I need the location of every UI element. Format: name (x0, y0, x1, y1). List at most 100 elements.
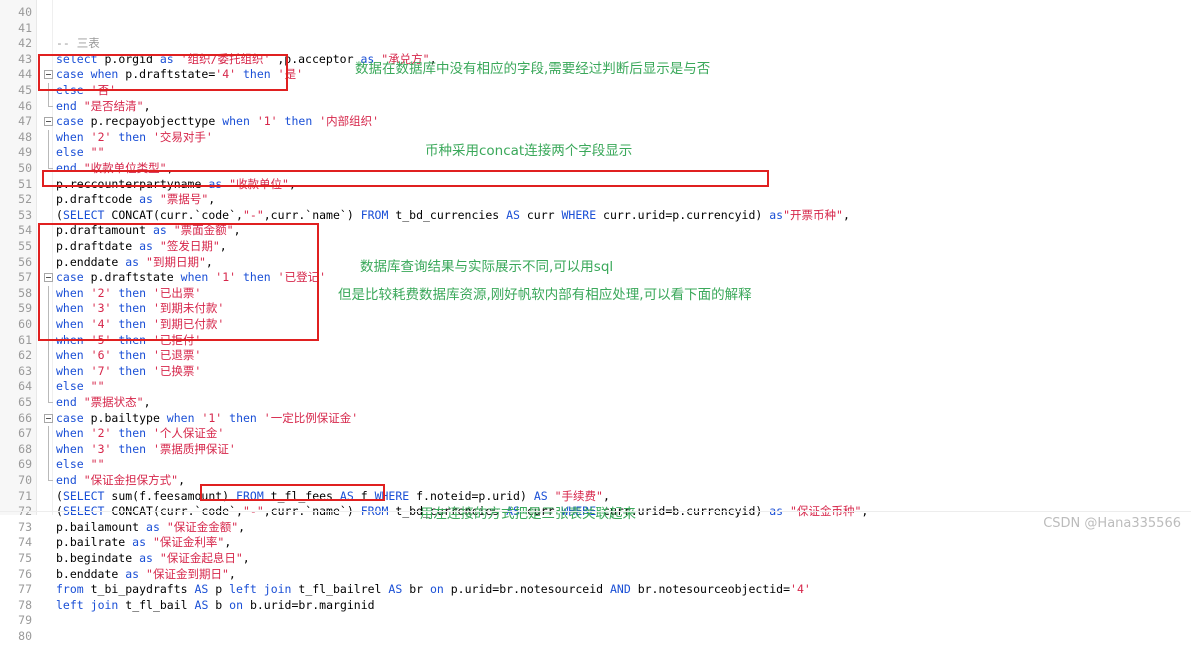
fold-collapse-icon[interactable] (44, 273, 53, 283)
code-text: p.draftcode as "票据号", (56, 192, 216, 207)
line-number: 80 (18, 629, 32, 643)
code-line[interactable]: 68 when '3' then '票据质押保证' (0, 441, 1191, 458)
fold-guide-line (48, 83, 49, 99)
code-line[interactable]: 60 when '4' then '到期已付款' (0, 317, 1191, 333)
line-number: 64 (18, 379, 32, 394)
code-text: when '6' then '已退票' (56, 348, 202, 363)
annotation-sql-vs-display: 数据库查询结果与实际展示不同,可以用sql (360, 259, 614, 275)
code-line[interactable]: 76 b.enddate as "保证金到期日", (0, 567, 1191, 583)
code-line[interactable]: 50 end "收款单位类型", (0, 161, 1191, 177)
fold-collapse-icon[interactable] (44, 117, 53, 127)
code-text: when '4' then '到期已付款' (56, 317, 225, 331)
code-text: when '2' then '个人保证金' (56, 426, 225, 441)
code-line[interactable]: 65 end "票据状态", (0, 395, 1191, 411)
line-number: 53 (18, 207, 32, 222)
code-line[interactable]: 77 from t_bi_paydrafts AS p left join t_f… (0, 582, 1191, 598)
code-text: p.bailrate as "保证金利率", (56, 535, 232, 550)
code-text: p.reccounterpartyname as "收款单位", (56, 176, 296, 191)
code-text: when '5' then '已拒付' (56, 332, 202, 347)
line-number: 77 (18, 582, 32, 597)
fold-guide-line (48, 332, 49, 349)
code-line[interactable]: 63 when '7' then '已换票' (0, 363, 1191, 380)
code-text: case p.bailtype when '1' then '一定比例保证金' (56, 410, 359, 425)
annotation-left-join-three-tables: 用左连接的方式把是三张表关联起来 (420, 506, 636, 522)
fold-collapse-icon[interactable] (44, 413, 53, 423)
code-text: end "是否结清", (56, 98, 151, 113)
line-number: 76 (18, 566, 32, 581)
footer-divider (0, 511, 1191, 512)
line-number: 61 (18, 332, 32, 347)
annotation-currency-concat: 币种采用concat连接两个字段显示 (425, 143, 633, 159)
line-number: 79 (18, 613, 32, 628)
code-line[interactable]: 51 p.reccounterpartyname as "收款单位", (0, 177, 1191, 193)
line-number: 54 (18, 223, 32, 238)
code-line[interactable]: 79 (0, 613, 1191, 629)
code-line[interactable]: 52 p.draftcode as "票据号", (0, 192, 1191, 208)
code-text: end "票据状态", (56, 395, 151, 409)
code-line[interactable]: 42 -- 三表 (0, 36, 1191, 52)
code-text: when '3' then '票据质押保证' (56, 441, 236, 456)
line-number: 44 (18, 67, 32, 82)
line-number: 73 (18, 519, 32, 534)
line-number: 68 (18, 441, 32, 456)
code-text: p.draftdate as "签发日期", (56, 239, 227, 253)
code-line[interactable]: 46 end "是否结清", (0, 98, 1191, 115)
code-text: when '3' then '到期未付款' (56, 301, 225, 316)
code-text: when '7' then '已换票' (56, 363, 202, 378)
fold-end-marker (48, 161, 53, 169)
fold-guide-line (48, 301, 49, 317)
fold-guide-line (48, 285, 49, 302)
line-number: 60 (18, 317, 32, 331)
code-text: from t_bi_paydrafts AS p left join t_fl_… (56, 582, 811, 597)
code-text: case when p.draftstate='4' then '是' (56, 67, 303, 82)
code-text: case p.draftstate when '1' then '已登记' (56, 270, 326, 285)
code-line[interactable]: 71 (SELECT sum(f.feesamount) FROM t_fl_fe… (0, 489, 1191, 505)
code-line[interactable]: 74 p.bailrate as "保证金利率", (0, 535, 1191, 551)
annotation-fanruan-handling: 但是比较耗费数据库资源,刚好帆软内部有相应处理,可以看下面的解释 (338, 287, 752, 303)
line-number: 74 (18, 535, 32, 550)
code-text: b.enddate as "保证金到期日", (56, 566, 236, 581)
line-number: 78 (18, 597, 32, 612)
fold-collapse-icon[interactable] (44, 70, 53, 80)
code-line[interactable]: 47 case p.recpayobjecttype when '1' then … (0, 114, 1191, 130)
code-line[interactable]: 70 end "保证金担保方式", (0, 473, 1191, 489)
csdn-watermark: CSDN @Hana335566 (1043, 516, 1181, 531)
code-line[interactable]: 55 p.draftdate as "签发日期", (0, 239, 1191, 255)
code-line[interactable]: 45 else '否' (0, 83, 1191, 99)
fold-guide-line (48, 363, 49, 380)
code-text: end "保证金担保方式", (56, 473, 186, 487)
fold-end-marker (48, 473, 53, 481)
fold-end-marker (48, 395, 53, 403)
code-text: -- 三表 (56, 36, 100, 51)
code-line[interactable]: 78 left join t_fl_bail AS b on b.urid=br.… (0, 598, 1191, 614)
code-text: (SELECT sum(f.feesamount) FROM t_fl_fees… (56, 488, 610, 503)
fold-guide-line (48, 129, 49, 146)
code-text: else '否' (56, 83, 116, 97)
fold-guide-line (48, 145, 49, 161)
line-number: 46 (18, 98, 32, 113)
line-number: 65 (18, 395, 32, 409)
fold-guide-line (48, 441, 49, 458)
line-number: 47 (18, 114, 32, 129)
code-text: p.enddate as "到期日期", (56, 254, 213, 269)
code-text: case p.recpayobjecttype when '1' then '内… (56, 114, 380, 129)
line-number: 66 (18, 410, 32, 425)
code-line[interactable]: 80 (0, 629, 1191, 645)
code-line[interactable]: 64 else "" (0, 379, 1191, 395)
fold-guide-line (48, 348, 49, 364)
line-number: 49 (18, 145, 32, 160)
code-line[interactable]: 66 case p.bailtype when '1' then '一定比例保证金… (0, 411, 1191, 427)
code-text: when '2' then '交易对手' (56, 129, 213, 144)
code-line[interactable]: 75 b.begindate as "保证金起息日", (0, 551, 1191, 567)
line-number: 52 (18, 192, 32, 207)
code-line[interactable]: 62 when '6' then '已退票' (0, 348, 1191, 364)
code-line[interactable]: 40 (0, 5, 1191, 21)
code-line[interactable]: 53 (SELECT CONCAT(curr.`code`,"-",curr.`n… (0, 208, 1191, 224)
code-line[interactable]: 41 (0, 21, 1191, 37)
code-line[interactable]: 67 when '2' then '个人保证金' (0, 426, 1191, 442)
code-line[interactable]: 61 when '5' then '已拒付' (0, 332, 1191, 349)
code-line[interactable]: 69 else "" (0, 457, 1191, 473)
line-number: 56 (18, 254, 32, 269)
line-number: 42 (18, 36, 32, 51)
code-line[interactable]: 54 p.draftamount as "票面金额", (0, 223, 1191, 239)
